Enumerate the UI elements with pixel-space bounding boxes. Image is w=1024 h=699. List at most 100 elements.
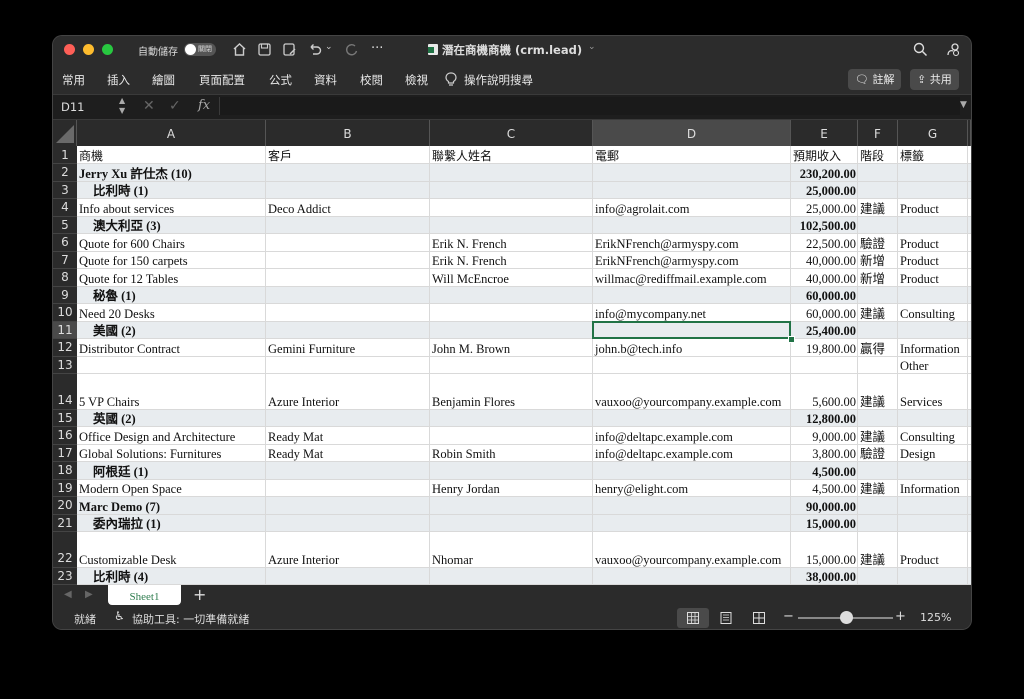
column-header-h[interactable] <box>968 120 971 146</box>
row-header[interactable]: 19 <box>53 479 77 497</box>
cell-b11[interactable] <box>266 323 430 339</box>
cell-d14[interactable]: vauxoo@yourcompany.example.com <box>593 394 791 410</box>
cell-g13[interactable]: Other <box>898 358 968 374</box>
cell-a8[interactable]: Quote for 12 Tables <box>77 271 266 287</box>
cell-c15[interactable] <box>430 411 593 427</box>
cell-g17[interactable]: Design <box>898 446 968 462</box>
cell-g7[interactable]: Product <box>898 253 968 269</box>
cell-f11[interactable] <box>858 323 898 339</box>
cell-a2[interactable]: Jerry Xu 許仕杰 (10) <box>77 166 266 182</box>
row-header[interactable]: 2 <box>53 164 77 182</box>
cell-b18[interactable] <box>266 464 430 480</box>
cell-e2[interactable]: 230,200.00 <box>791 166 858 182</box>
column-header-b[interactable]: B <box>266 120 430 146</box>
row-header[interactable]: 13 <box>53 356 77 374</box>
cell-g23[interactable] <box>898 569 968 585</box>
title-chevron-down-icon[interactable]: ⌄ <box>588 42 596 52</box>
row-header[interactable]: 9 <box>53 286 77 304</box>
fill-handle[interactable] <box>788 336 795 343</box>
prev-sheet-icon[interactable]: ◀ <box>64 589 72 600</box>
cell-d3[interactable] <box>593 183 791 199</box>
cell-c6[interactable]: Erik N. French <box>430 236 593 252</box>
search-icon[interactable] <box>913 42 928 57</box>
cell-e11[interactable]: 25,400.00 <box>791 323 858 339</box>
cell-f15[interactable] <box>858 411 898 427</box>
normal-view-button[interactable] <box>677 608 709 628</box>
zoom-in-button[interactable]: + <box>895 609 906 624</box>
cell-a21[interactable]: 委內瑞拉 (1) <box>77 516 266 532</box>
page-break-view-icon[interactable] <box>753 612 765 624</box>
cell-d15[interactable] <box>593 411 791 427</box>
zoom-window-button[interactable] <box>102 44 113 55</box>
cell-b7[interactable] <box>266 253 430 269</box>
cell-d16[interactable]: info@deltapc.example.com <box>593 429 791 445</box>
cell-b6[interactable] <box>266 236 430 252</box>
cell-c9[interactable] <box>430 288 593 304</box>
name-box-stepper-icon[interactable]: ▲ ▼ <box>119 96 125 116</box>
tab-data[interactable]: 資料 <box>314 72 337 88</box>
cell-f10[interactable]: 建議 <box>858 306 898 322</box>
cell-e15[interactable]: 12,800.00 <box>791 411 858 427</box>
cell-f20[interactable] <box>858 499 898 515</box>
cell-a20[interactable]: Marc Demo (7) <box>77 499 266 515</box>
cell-b16[interactable]: Ready Mat <box>266 429 430 445</box>
cell-e17[interactable]: 3,800.00 <box>791 446 858 462</box>
tab-view[interactable]: 檢視 <box>405 72 428 88</box>
undo-icon[interactable] <box>307 42 322 57</box>
cell-e12[interactable]: 19,800.00 <box>791 341 858 357</box>
row-header[interactable]: 21 <box>53 514 77 532</box>
zoom-level[interactable]: 125% <box>920 611 951 624</box>
row-header[interactable]: 7 <box>53 251 77 269</box>
cell-b22[interactable]: Azure Interior <box>266 552 430 568</box>
cell-g10[interactable]: Consulting <box>898 306 968 322</box>
cell-a5[interactable]: 澳大利亞 (3) <box>77 218 266 234</box>
row-header[interactable]: 11 <box>53 321 77 339</box>
cell-g6[interactable]: Product <box>898 236 968 252</box>
document-title[interactable]: 潛在商機商機 (crm.lead) <box>442 42 582 58</box>
cell-f18[interactable] <box>858 464 898 480</box>
row-header[interactable]: 23 <box>53 567 77 585</box>
cell-b23[interactable] <box>266 569 430 585</box>
tab-draw[interactable]: 繪圖 <box>152 72 175 88</box>
cell-a9[interactable]: 秘魯 (1) <box>77 288 266 304</box>
cell-c20[interactable] <box>430 499 593 515</box>
cell-f1[interactable]: 階段 <box>858 148 898 164</box>
cell-g11[interactable] <box>898 323 968 339</box>
comments-button[interactable]: 🗨︎ 註解 <box>848 69 902 90</box>
row-header[interactable]: 3 <box>53 181 77 199</box>
active-cell-selection[interactable] <box>592 320 791 339</box>
cell-c16[interactable] <box>430 429 593 445</box>
cell-c11[interactable] <box>430 323 593 339</box>
cell-b12[interactable]: Gemini Furniture <box>266 341 430 357</box>
cell-f23[interactable] <box>858 569 898 585</box>
cell-b5[interactable] <box>266 218 430 234</box>
cell-e3[interactable]: 25,000.00 <box>791 183 858 199</box>
cell-e6[interactable]: 22,500.00 <box>791 236 858 252</box>
zoom-slider-thumb[interactable] <box>840 611 853 624</box>
cell-g18[interactable] <box>898 464 968 480</box>
cell-d8[interactable]: willmac@rediffmail.example.com <box>593 271 791 287</box>
cell-b9[interactable] <box>266 288 430 304</box>
cell-d23[interactable] <box>593 569 791 585</box>
cell-g1[interactable]: 標籤 <box>898 148 968 164</box>
cell-c19[interactable]: Henry Jordan <box>430 481 593 497</box>
row-header[interactable]: 22 <box>53 532 77 568</box>
accessibility-status[interactable]: 協助工具: 一切準備就緒 <box>132 611 249 627</box>
cell-g2[interactable] <box>898 166 968 182</box>
column-header-g[interactable]: G <box>898 120 968 146</box>
cell-d18[interactable] <box>593 464 791 480</box>
cell-c1[interactable]: 聯繫人姓名 <box>430 148 593 164</box>
cell-a4[interactable]: Info about services <box>77 201 266 217</box>
cell-b15[interactable] <box>266 411 430 427</box>
cell-f13[interactable] <box>858 358 898 374</box>
column-header-e[interactable]: E <box>791 120 858 146</box>
cell-b10[interactable] <box>266 306 430 322</box>
enter-icon[interactable]: ✓ <box>169 98 181 114</box>
cell-d21[interactable] <box>593 516 791 532</box>
cell-c5[interactable] <box>430 218 593 234</box>
cell-c2[interactable] <box>430 166 593 182</box>
cell-f19[interactable]: 建議 <box>858 481 898 497</box>
row-header[interactable]: 1 <box>53 146 77 164</box>
cell-d22[interactable]: vauxoo@yourcompany.example.com <box>593 552 791 568</box>
formula-input[interactable] <box>219 97 960 115</box>
